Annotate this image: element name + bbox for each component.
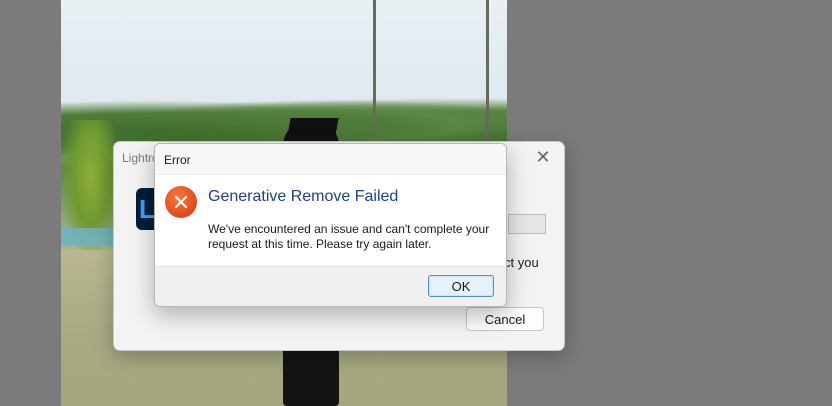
error-dialog-body: Generative Remove Failed We've encounter… bbox=[155, 174, 506, 267]
ok-button[interactable]: OK bbox=[428, 275, 494, 297]
photo-trunk bbox=[486, 0, 489, 140]
close-button[interactable]: ✕ bbox=[530, 145, 556, 169]
progress-bar bbox=[508, 214, 546, 234]
close-icon: ✕ bbox=[535, 147, 551, 167]
dialog-text-partial: ct you bbox=[504, 255, 539, 270]
error-dialog-titlebar: Error bbox=[155, 144, 506, 174]
photo-trunk bbox=[373, 0, 376, 135]
error-dialog: Error Generative Remove Failed We've enc… bbox=[154, 143, 507, 307]
error-dialog-footer: OK bbox=[155, 266, 506, 306]
error-heading: Generative Remove Failed bbox=[208, 188, 399, 205]
photo-graduation-cap bbox=[287, 118, 339, 136]
cancel-button[interactable]: Cancel bbox=[466, 307, 544, 331]
error-message: We've encountered an issue and can't com… bbox=[208, 222, 490, 251]
error-dialog-title: Error bbox=[164, 153, 191, 167]
error-x-icon bbox=[165, 186, 197, 218]
